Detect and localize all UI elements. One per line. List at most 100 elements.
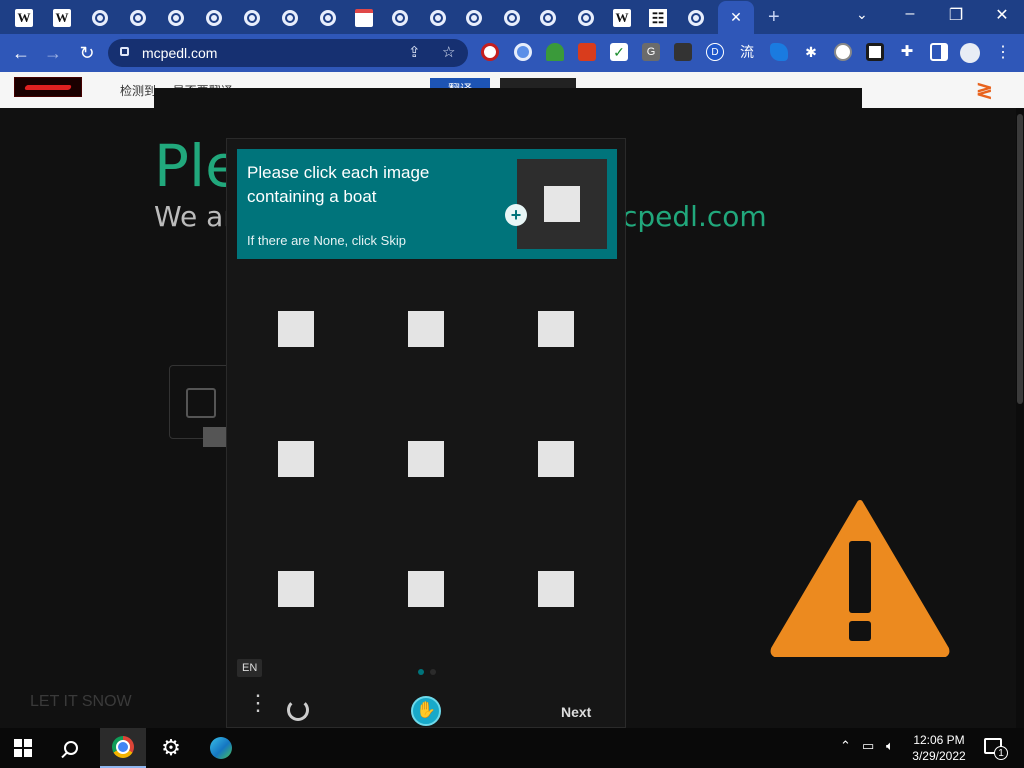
checkmark-extension-icon[interactable]: ✓: [610, 43, 628, 61]
back-button[interactable]: ←: [8, 41, 34, 65]
taskbar-settings[interactable]: ⚙: [148, 728, 194, 768]
d-extension-icon[interactable]: D: [706, 43, 724, 61]
ublock-extension-icon[interactable]: [481, 43, 499, 61]
new-tab-button[interactable]: +: [768, 6, 780, 29]
tab[interactable]: [530, 3, 566, 33]
tab[interactable]: [310, 3, 346, 33]
next-button[interactable]: Next: [561, 704, 591, 720]
clock-time: 12:06 PM: [913, 733, 965, 747]
challenge-tile[interactable]: [538, 441, 574, 477]
bookmark-star-icon[interactable]: ☆: [442, 43, 455, 61]
expand-example-icon[interactable]: +: [505, 204, 527, 226]
tab[interactable]: [382, 3, 418, 33]
address-bar[interactable]: mcpedl.com ⇪ ☆: [108, 39, 468, 67]
browser-menu-icon[interactable]: ⋮: [990, 41, 1016, 65]
tab[interactable]: [234, 3, 270, 33]
close-window-button[interactable]: ✕: [982, 5, 1022, 25]
chrome-icon: [244, 10, 260, 26]
language-selector[interactable]: EN: [237, 659, 263, 677]
wikipedia-icon: W: [613, 9, 631, 27]
dark-extension-icon[interactable]: [674, 43, 692, 61]
challenge-tile[interactable]: [408, 571, 444, 607]
start-button[interactable]: [0, 728, 46, 768]
lock-icon: [120, 47, 129, 56]
gallery-icon: [355, 9, 373, 27]
challenge-tile[interactable]: [278, 441, 314, 477]
taskbar-edge[interactable]: [198, 728, 244, 768]
tab[interactable]: [494, 3, 530, 33]
challenge-header: Please click each image containing a boa…: [237, 149, 617, 259]
challenge-hint: If there are None, click Skip: [247, 233, 406, 248]
tab[interactable]: [272, 3, 308, 33]
challenge-tile[interactable]: [278, 571, 314, 607]
active-tab[interactable]: ✕: [718, 1, 754, 34]
g-extension-icon[interactable]: G: [642, 43, 660, 61]
restore-button[interactable]: ❐: [936, 5, 976, 25]
edge-icon: [210, 737, 232, 759]
close-tab-icon[interactable]: ✕: [730, 9, 742, 26]
warning-icon: [770, 500, 950, 657]
extensions-puzzle-icon[interactable]: ✚: [898, 43, 916, 61]
refresh-icon[interactable]: [287, 699, 309, 721]
page-dot-active: [418, 669, 424, 675]
tab[interactable]: W: [6, 3, 42, 33]
liu-extension-icon[interactable]: 流: [738, 43, 756, 61]
circle-extension-icon[interactable]: [514, 43, 532, 61]
challenge-tile[interactable]: [408, 311, 444, 347]
url-text: mcpedl.com: [142, 45, 218, 61]
captcha-menu-icon[interactable]: ⋮: [247, 692, 269, 714]
gear-icon: ⚙: [161, 735, 181, 760]
taskbar-clock[interactable]: 12:06 PM 3/29/2022: [906, 732, 972, 764]
overlay-panel: [154, 88, 862, 108]
tab-strip: W W W ☷ ✕ + ⌄ – ❐ ✕: [0, 0, 1024, 34]
side-panel-icon[interactable]: [930, 43, 948, 61]
save-extension-icon[interactable]: [866, 43, 884, 61]
profile-avatar-icon[interactable]: [960, 43, 980, 63]
reload-button[interactable]: ↻: [74, 41, 100, 65]
taskbar-chrome[interactable]: [100, 728, 146, 768]
share-icon[interactable]: ⇪: [408, 43, 421, 61]
tab-search-button[interactable]: ⌄: [856, 6, 868, 23]
tab[interactable]: [346, 3, 382, 33]
tab[interactable]: [82, 3, 118, 33]
page-subheading: We ar: [154, 200, 235, 233]
tab[interactable]: [568, 3, 604, 33]
chrome-icon: [320, 10, 336, 26]
let-it-snow-label[interactable]: LET IT SNOW: [30, 693, 132, 711]
minimize-button[interactable]: –: [890, 5, 930, 23]
tab[interactable]: [120, 3, 156, 33]
tab[interactable]: [196, 3, 232, 33]
challenge-tile[interactable]: [278, 311, 314, 347]
show-hidden-icons-chevron[interactable]: ⌃: [840, 738, 851, 754]
wikipedia-icon: W: [15, 9, 33, 27]
tab[interactable]: W: [44, 3, 80, 33]
clock-extension-icon[interactable]: [834, 43, 852, 61]
tab[interactable]: [420, 3, 456, 33]
challenge-tile[interactable]: [538, 571, 574, 607]
clock-date: 3/29/2022: [912, 749, 966, 763]
browser-toolbar: ← → ↻ mcpedl.com ⇪ ☆ ✓ G D 流 ✱ ✚ ⋮: [0, 34, 1024, 72]
chrome-icon: [466, 10, 482, 26]
tab[interactable]: [456, 3, 492, 33]
bug-extension-icon[interactable]: ✱: [802, 43, 820, 61]
chrome-icon: [504, 10, 520, 26]
challenge-tile[interactable]: [538, 311, 574, 347]
captcha-checkbox[interactable]: [186, 388, 216, 418]
challenge-tile[interactable]: [408, 441, 444, 477]
banner-logo-icon: ≷: [976, 80, 993, 102]
tab[interactable]: W: [604, 3, 640, 33]
red-extension-icon[interactable]: [578, 43, 596, 61]
chrome-icon: [688, 10, 704, 26]
volume-icon[interactable]: 🔈︎: [886, 738, 894, 754]
scrollbar-thumb[interactable]: [1017, 114, 1023, 404]
forward-button[interactable]: →: [40, 41, 66, 65]
blue-extension-icon[interactable]: [770, 43, 788, 61]
chrome-icon: [112, 736, 134, 758]
screen: W W W ☷ ✕ + ⌄ – ❐ ✕ ← → ↻ mcpedl.com ⇪ ☆…: [0, 0, 1024, 768]
tab[interactable]: [678, 3, 714, 33]
tab[interactable]: [158, 3, 194, 33]
tree-extension-icon[interactable]: [546, 43, 564, 61]
search-button[interactable]: [48, 728, 94, 768]
network-icon[interactable]: ▭: [862, 738, 874, 754]
tab[interactable]: ☷: [640, 3, 676, 33]
